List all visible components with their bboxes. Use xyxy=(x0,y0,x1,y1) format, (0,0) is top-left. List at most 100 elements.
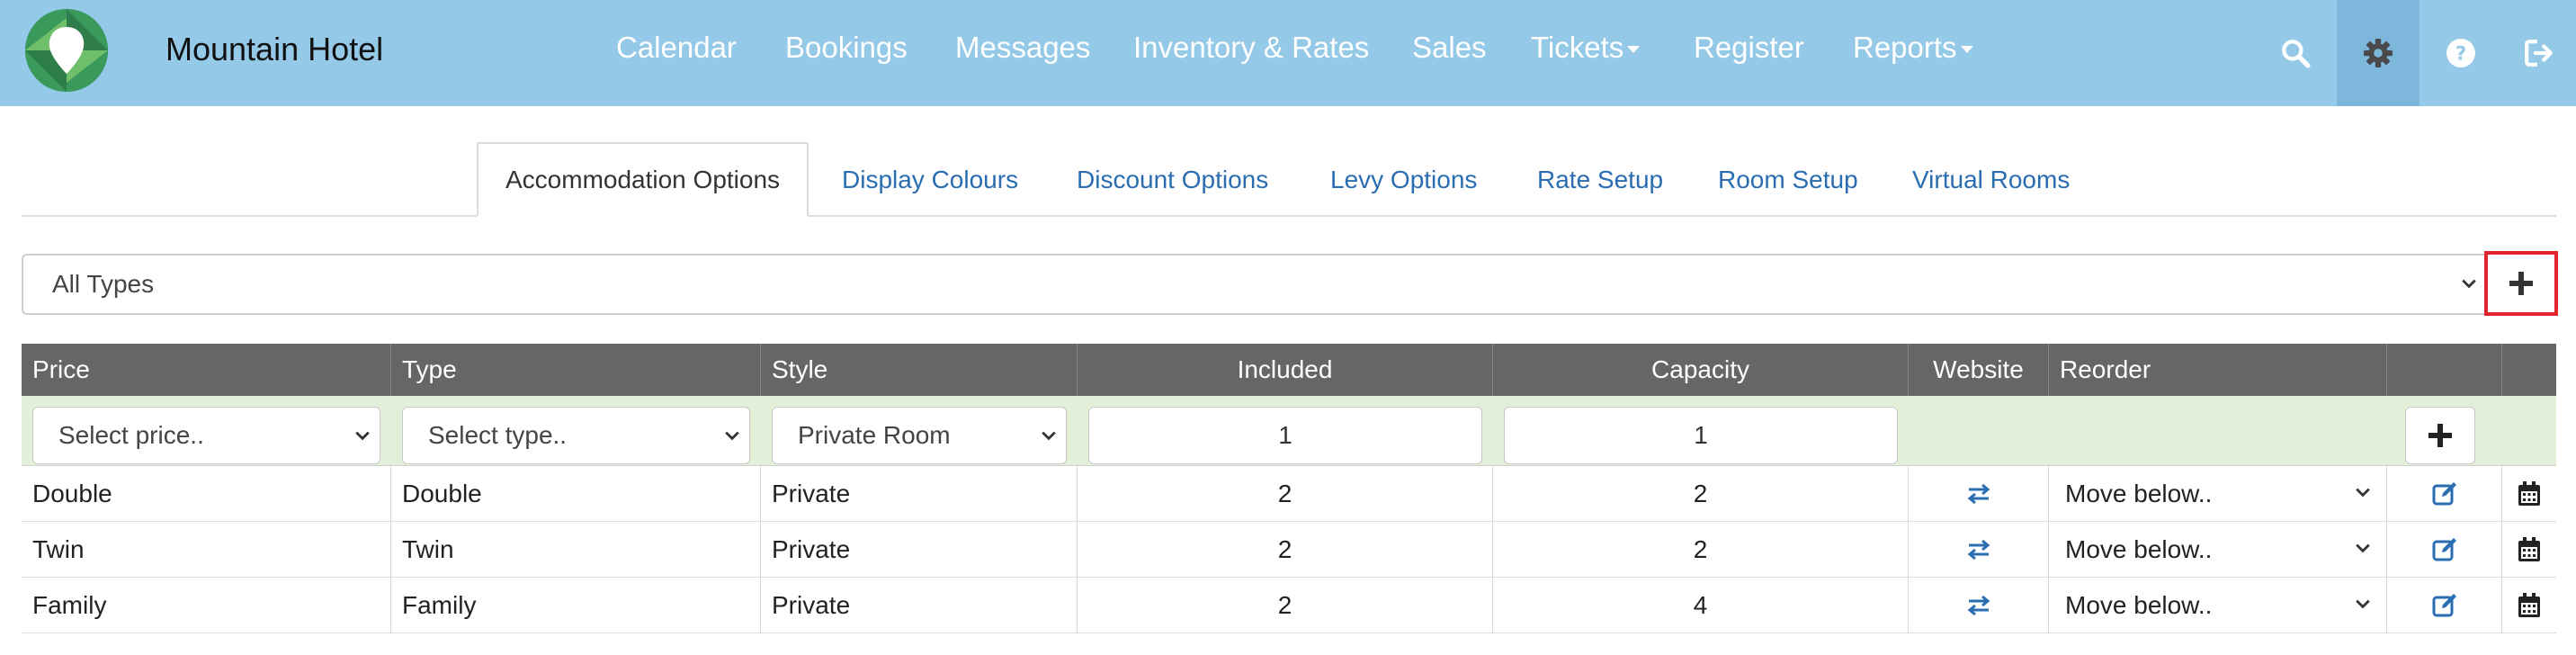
header-capacity: Capacity xyxy=(1493,344,1909,396)
header-website: Website xyxy=(1909,344,2049,396)
cell-price: Double xyxy=(22,466,391,521)
cell-price: Twin xyxy=(22,522,391,577)
nav-register[interactable]: Register xyxy=(1694,31,1804,65)
included-input[interactable]: 1 xyxy=(1088,407,1482,464)
capacity-input[interactable]: 1 xyxy=(1504,407,1898,464)
chevron-down-icon xyxy=(2356,488,2370,498)
search-button[interactable] xyxy=(2254,0,2337,106)
svg-text:?: ? xyxy=(2455,42,2466,65)
tab-virtual-rooms[interactable]: Virtual Rooms xyxy=(1912,142,2070,217)
cell-calendar xyxy=(2502,522,2556,577)
cell-type: Double xyxy=(391,466,761,521)
cell-reorder: Move below.. xyxy=(2049,578,2387,633)
table-header: Price Type Style Included Capacity Websi… xyxy=(22,344,2556,396)
type-select[interactable]: Select type.. xyxy=(402,407,750,464)
move-below-value: Move below.. xyxy=(2065,480,2213,507)
table-row: Family Family Private 2 4 Move below.. xyxy=(22,578,2556,633)
hotel-logo[interactable] xyxy=(25,9,108,92)
nav-sales[interactable]: Sales xyxy=(1412,31,1487,65)
chevron-down-icon xyxy=(1042,431,1056,441)
add-accommodation-button[interactable] xyxy=(2484,251,2558,316)
header-reorder: Reorder xyxy=(2049,344,2387,396)
nav-reports[interactable]: Reports xyxy=(1853,31,1973,65)
cell-website xyxy=(1909,522,2049,577)
chevron-down-icon xyxy=(2356,543,2370,553)
cell-style: Private xyxy=(761,578,1078,633)
website-sync-icon[interactable] xyxy=(1965,536,1992,563)
logout-icon xyxy=(2525,40,2553,67)
chevron-down-icon xyxy=(355,431,370,441)
cell-calendar xyxy=(2502,578,2556,633)
header-actions xyxy=(2387,344,2502,396)
cell-edit xyxy=(2387,578,2502,633)
calendar-icon[interactable] xyxy=(2516,592,2543,619)
cell-website xyxy=(1909,578,2049,633)
edit-icon[interactable] xyxy=(2431,592,2458,619)
plus-icon xyxy=(2428,424,2452,447)
cell-style: Private xyxy=(761,522,1078,577)
cell-style: Private xyxy=(761,466,1078,521)
nav-bookings[interactable]: Bookings xyxy=(785,31,908,65)
nav-tickets[interactable]: Tickets xyxy=(1531,31,1641,65)
tab-levy-options[interactable]: Levy Options xyxy=(1330,142,1477,217)
nav-inventory-rates[interactable]: Inventory & Rates xyxy=(1133,31,1369,65)
cell-capacity: 4 xyxy=(1493,578,1909,633)
add-row-button[interactable] xyxy=(2405,407,2475,464)
nav-tickets-label: Tickets xyxy=(1531,31,1624,64)
caret-down-icon xyxy=(1960,46,1973,54)
header-calendar xyxy=(2502,344,2556,396)
style-select[interactable]: Private Room xyxy=(772,407,1067,464)
edit-icon[interactable] xyxy=(2431,536,2458,563)
new-accommodation-row: Select price.. Select type.. Private Roo… xyxy=(22,396,2556,466)
settings-button[interactable] xyxy=(2337,0,2419,106)
search-icon xyxy=(2282,40,2311,68)
move-below-value: Move below.. xyxy=(2065,591,2213,619)
table-row: Double Double Private 2 2 Move below.. xyxy=(22,466,2556,522)
nav-reports-label: Reports xyxy=(1853,31,1957,64)
price-select-value: Select price.. xyxy=(58,421,204,449)
edit-icon[interactable] xyxy=(2431,480,2458,507)
tabs-divider xyxy=(22,215,2556,217)
cell-included: 2 xyxy=(1078,466,1493,521)
tab-room-setup[interactable]: Room Setup xyxy=(1718,142,1858,217)
cell-edit xyxy=(2387,466,2502,521)
move-below-select[interactable]: Move below.. xyxy=(2065,578,2371,633)
cell-website xyxy=(1909,466,2049,521)
tab-accommodation-options[interactable]: Accommodation Options xyxy=(477,142,809,217)
website-sync-icon[interactable] xyxy=(1965,480,1992,507)
move-below-value: Move below.. xyxy=(2065,535,2213,563)
cell-included: 2 xyxy=(1078,522,1493,577)
cell-calendar xyxy=(2502,466,2556,521)
type-filter-value: All Types xyxy=(52,270,155,298)
caret-down-icon xyxy=(1627,46,1641,54)
calendar-icon[interactable] xyxy=(2516,536,2543,563)
header-included: Included xyxy=(1078,344,1493,396)
cell-type: Twin xyxy=(391,522,761,577)
move-below-select[interactable]: Move below.. xyxy=(2065,466,2371,522)
tab-rate-setup[interactable]: Rate Setup xyxy=(1537,142,1663,217)
cell-reorder: Move below.. xyxy=(2049,522,2387,577)
cell-type: Family xyxy=(391,578,761,633)
chevron-down-icon xyxy=(725,431,739,441)
tab-display-colours[interactable]: Display Colours xyxy=(842,142,1018,217)
type-filter-select[interactable]: All Types xyxy=(22,254,2491,315)
website-sync-icon[interactable] xyxy=(1965,592,1992,619)
help-icon: ? xyxy=(2446,39,2475,67)
header-style: Style xyxy=(761,344,1078,396)
cell-included: 2 xyxy=(1078,578,1493,633)
calendar-icon[interactable] xyxy=(2516,480,2543,507)
logout-button[interactable] xyxy=(2502,0,2576,106)
nav-calendar[interactable]: Calendar xyxy=(616,31,737,65)
tab-discount-options[interactable]: Discount Options xyxy=(1077,142,1268,217)
type-select-value: Select type.. xyxy=(428,421,568,449)
nav-messages[interactable]: Messages xyxy=(955,31,1090,65)
cell-edit xyxy=(2387,522,2502,577)
cell-capacity: 2 xyxy=(1493,522,1909,577)
help-button[interactable]: ? xyxy=(2419,0,2502,106)
table-row: Twin Twin Private 2 2 Move below.. xyxy=(22,522,2556,578)
price-select[interactable]: Select price.. xyxy=(32,407,380,464)
chevron-down-icon xyxy=(2356,599,2370,609)
cell-capacity: 2 xyxy=(1493,466,1909,521)
chevron-down-icon xyxy=(2462,279,2476,289)
move-below-select[interactable]: Move below.. xyxy=(2065,522,2371,578)
